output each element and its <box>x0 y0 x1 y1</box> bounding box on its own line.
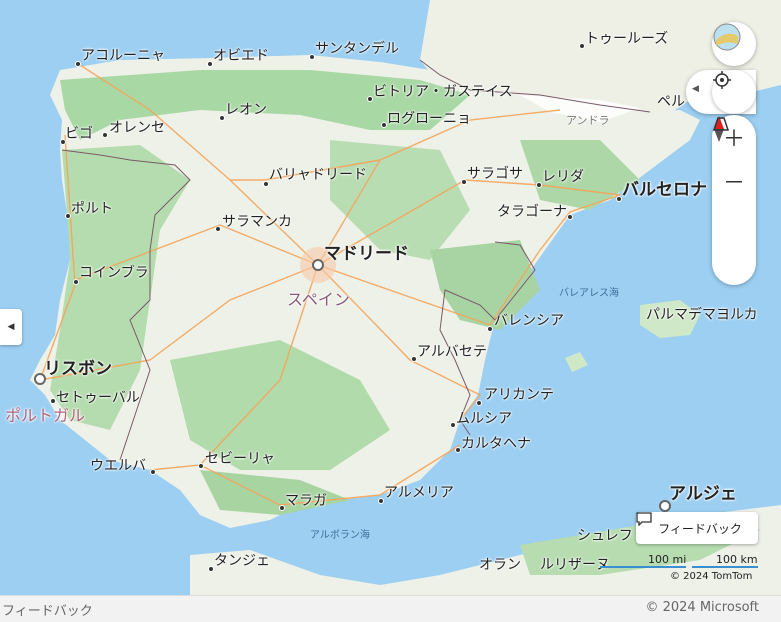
city-label-malaga[interactable]: マラガ <box>285 493 327 509</box>
city-dot <box>567 214 573 220</box>
scale-km-bar <box>692 566 758 568</box>
city-label-toulouse[interactable]: トゥールーズ <box>585 31 668 47</box>
city-dot <box>102 132 108 138</box>
scale-mi-bar <box>600 566 686 568</box>
capital-marker <box>312 259 324 271</box>
city-label-tangier[interactable]: タンジェ <box>214 553 270 569</box>
locate-me-button[interactable] <box>712 70 756 114</box>
map-scale: 100 mi 100 km © 2024 TomTom <box>600 553 760 587</box>
footer-feedback-link[interactable]: フィードバック <box>2 600 93 619</box>
city-label-barcelona[interactable]: バルセロナ <box>622 182 707 199</box>
feedback-button[interactable]: フィードバック <box>636 512 758 544</box>
map-style-icon <box>712 22 756 66</box>
city-label-tarragona[interactable]: タラゴーナ <box>497 204 567 220</box>
city-label-madrid[interactable]: マドリード <box>324 246 409 263</box>
city-label-chlef[interactable]: シュレフ <box>577 528 633 544</box>
country-label-portugal: ポルトガル <box>5 406 86 425</box>
city-label-coimbra[interactable]: コインブラ <box>79 265 149 281</box>
sea-label-balearic: バレアレス海 <box>559 288 619 299</box>
city-label-logrono[interactable]: ログローニョ <box>387 111 471 127</box>
zoom-controls: ＋ － <box>712 115 756 285</box>
bottom-bar: フィードバック © 2024 Microsoft <box>0 595 781 622</box>
city-label-algiers[interactable]: アルジェ <box>669 486 737 503</box>
city-label-alicante[interactable]: アリカンテ <box>484 387 554 403</box>
city-label-sevilla[interactable]: セビーリャ <box>205 451 275 467</box>
city-label-cartagena[interactable]: カルタヘナ <box>461 436 531 452</box>
city-label-oviedo[interactable]: オビエド <box>213 48 269 64</box>
city-label-lisbon[interactable]: リスボン <box>44 361 112 378</box>
scale-mi-label: 100 mi <box>648 553 687 566</box>
city-label-leon[interactable]: レオン <box>225 102 267 118</box>
city-dot <box>215 226 221 232</box>
tomtom-attribution: © 2024 TomTom <box>670 571 753 582</box>
city-label-ourense[interactable]: オレンセ <box>109 120 165 136</box>
city-label-oran[interactable]: オラン <box>479 557 521 573</box>
city-label-zaragoza[interactable]: サラゴサ <box>467 166 523 182</box>
scale-km-label: 100 km <box>716 553 758 566</box>
city-dot <box>150 469 156 475</box>
city-dot <box>198 463 204 469</box>
map-canvas[interactable]: アコルーニャ オビエド サンタンデル トゥールーズ ビトリア・ガステイス ペル … <box>0 0 781 595</box>
city-label-perpignan[interactable]: ペル <box>657 94 685 110</box>
city-label-porto[interactable]: ポルト <box>71 201 113 217</box>
city-label-setubal[interactable]: セトゥーバル <box>56 390 140 406</box>
city-label-lleida[interactable]: レリダ <box>542 169 584 185</box>
city-label-vitoria[interactable]: ビトリア・ガステイス <box>373 84 513 100</box>
side-panel-toggle[interactable]: ◀ <box>0 309 22 345</box>
city-dot <box>487 326 493 332</box>
sea-label-alboran: アルボラン海 <box>310 530 370 541</box>
map-style-button[interactable] <box>712 22 756 66</box>
country-label-spain: スペイン <box>287 290 350 309</box>
footer-copyright: © 2024 Microsoft <box>645 600 759 615</box>
crosshair-icon <box>712 70 756 114</box>
city-dot <box>476 400 482 406</box>
chevron-left-icon: ◀ <box>7 322 15 332</box>
feedback-button-label: フィードバック <box>658 521 742 536</box>
city-label-salamanca[interactable]: サラマンカ <box>222 214 292 230</box>
city-label-santander[interactable]: サンタンデル <box>315 41 399 57</box>
collapse-left-icon[interactable]: ◀ <box>692 84 699 94</box>
compass-icon[interactable] <box>712 116 756 247</box>
zoom-out-button[interactable]: － <box>712 159 756 203</box>
city-label-almeria[interactable]: アルメリア <box>384 485 454 501</box>
city-label-palma[interactable]: パルマデマヨルカ <box>646 307 758 323</box>
city-label-albacete[interactable]: アルバセテ <box>417 344 487 360</box>
city-label-murcia[interactable]: ムルシア <box>456 411 512 427</box>
city-label-vigo[interactable]: ビゴ <box>65 126 93 142</box>
city-label-valladolid[interactable]: バリャドリード <box>269 167 367 183</box>
region-label-andorra: アンドラ <box>566 114 610 127</box>
city-label-a-coruna[interactable]: アコルーニャ <box>81 48 165 64</box>
city-label-huelva[interactable]: ウエルバ <box>90 458 146 474</box>
city-label-valencia[interactable]: バレンシア <box>494 313 564 329</box>
tilt-icon[interactable] <box>712 117 756 291</box>
